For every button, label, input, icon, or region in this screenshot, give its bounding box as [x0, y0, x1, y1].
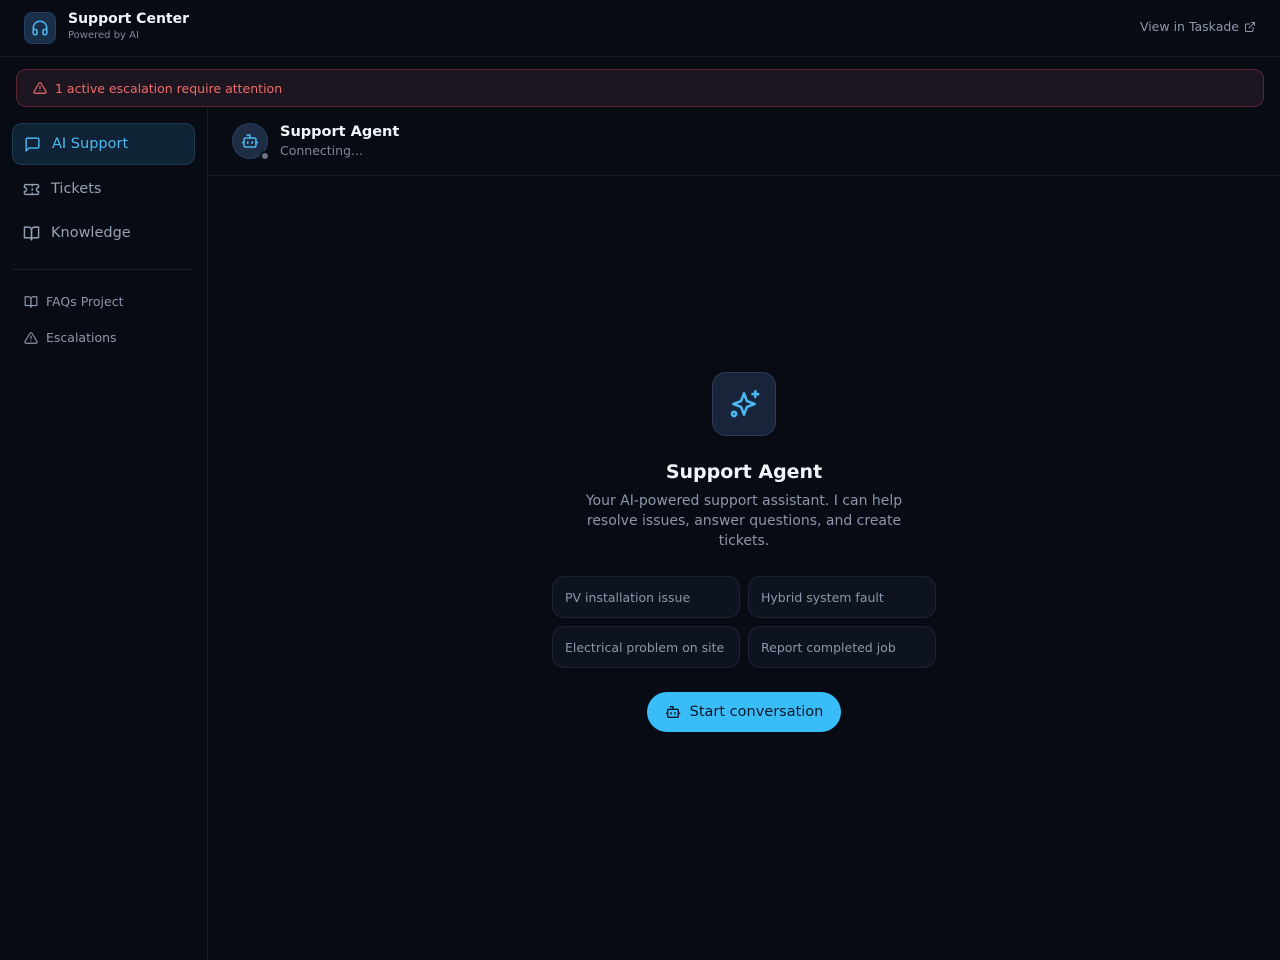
agent-status: Connecting...	[280, 143, 363, 158]
sidebar-item-knowledge[interactable]: Knowledge	[12, 212, 195, 254]
book-icon	[23, 225, 40, 241]
sidebar-link-label: FAQs Project	[46, 294, 124, 309]
sidebar-divider	[12, 269, 195, 270]
sidebar-item-label: AI Support	[52, 136, 129, 152]
warning-icon	[24, 331, 38, 344]
status-indicator	[260, 151, 270, 161]
headphones-icon	[24, 12, 56, 44]
external-link-icon	[1245, 21, 1255, 32]
bot-icon	[665, 706, 680, 718]
start-button-label: Start conversation	[689, 704, 824, 720]
sidebar-link-faqs-project[interactable]: FAQs Project	[24, 294, 123, 309]
agent-name: Support Agent	[280, 124, 400, 140]
escalation-alert[interactable]: 1 active escalation require attention	[16, 69, 1264, 107]
hero-description: Your AI-powered support assistant. I can…	[585, 493, 903, 549]
chat-header: Support Agent Connecting...	[208, 107, 1280, 176]
start-conversation-button[interactable]: Start conversation	[647, 692, 841, 732]
suggestion-chip[interactable]: PV installation issue	[552, 576, 740, 618]
sidebar-item-ai-support[interactable]: AI Support	[12, 123, 195, 165]
chat-icon	[25, 136, 40, 152]
suggestion-chip[interactable]: Hybrid system fault	[748, 576, 936, 618]
sidebar-link-label: Escalations	[46, 330, 117, 345]
view-in-taskade-link[interactable]: View in Taskade	[1140, 19, 1256, 34]
alert-text: 1 active escalation require attention	[55, 80, 283, 96]
sidebar-item-label: Knowledge	[51, 225, 131, 241]
sidebar: AI Support Tickets Knowledge FAQs Projec…	[0, 107, 208, 960]
view-link-label: View in Taskade	[1139, 19, 1239, 34]
warning-icon	[33, 82, 47, 94]
app-title: Support Center	[68, 11, 190, 27]
top-bar: Support Center Powered by AI View in Tas…	[0, 0, 1280, 57]
ticket-icon	[23, 183, 40, 195]
app-subtitle: Powered by AI	[68, 30, 139, 41]
sidebar-item-label: Tickets	[51, 181, 102, 197]
hero-title: Support Agent	[665, 461, 823, 483]
suggestion-chip[interactable]: Report completed job	[748, 626, 936, 668]
book-icon	[24, 295, 38, 308]
sidebar-link-escalations[interactable]: Escalations	[24, 330, 117, 345]
sparkles-icon	[712, 372, 776, 436]
suggestion-chip[interactable]: Electrical problem on site	[552, 626, 740, 668]
chat-panel: Support Agent Connecting... Support Agen…	[208, 107, 1280, 960]
sidebar-item-tickets[interactable]: Tickets	[12, 168, 195, 210]
bot-icon	[241, 134, 259, 148]
